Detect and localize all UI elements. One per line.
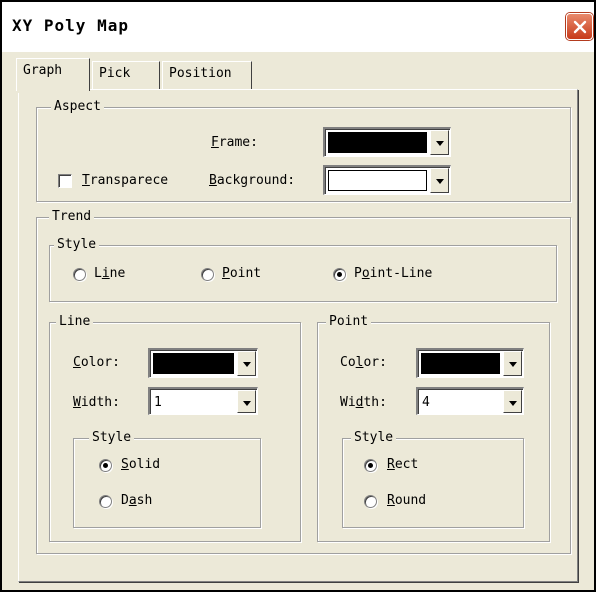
- point-round-label: Round: [387, 493, 427, 508]
- aspect-group-label: Aspect: [51, 99, 104, 115]
- dropdown-arrow-icon[interactable]: [503, 390, 522, 413]
- dialog-window: XY Poly Map Graph Pick Position Aspect F…: [0, 0, 596, 592]
- point-rect-label: Rect: [387, 457, 419, 472]
- line-group: Line Color: Width: 1 Style Solid Dash: [49, 314, 301, 542]
- aspect-group: Aspect Frame: Transparece Background:: [36, 99, 571, 202]
- line-dash-label: Dash: [121, 493, 153, 508]
- frame-label: Frame:: [211, 135, 258, 150]
- point-group-label: Point: [326, 314, 372, 330]
- tab-label: Pick: [99, 66, 131, 81]
- frame-color-swatch: [328, 132, 427, 153]
- style-point-radio[interactable]: [201, 268, 214, 281]
- style-point-line-label: Point-Line: [354, 266, 433, 281]
- dialog-body: Graph Pick Position Aspect Frame: Transp…: [2, 52, 594, 590]
- tab-label: Position: [169, 66, 232, 81]
- transparence-checkbox[interactable]: [58, 174, 72, 188]
- line-color-swatch: [153, 353, 234, 374]
- dropdown-arrow-icon[interactable]: [503, 351, 522, 376]
- tab-pick[interactable]: Pick: [92, 61, 160, 89]
- point-color-dropdown[interactable]: [416, 348, 524, 378]
- line-color-dropdown[interactable]: [148, 348, 258, 378]
- dropdown-arrow-icon[interactable]: [430, 130, 449, 155]
- trend-style-label: Style: [54, 237, 100, 253]
- line-style-label: Style: [89, 430, 135, 446]
- trend-style-group: Style Line Point Point-Line: [49, 237, 557, 302]
- trend-group-label: Trend: [49, 209, 95, 225]
- tab-panel-graph: Aspect Frame: Transparece Background: Tr…: [18, 89, 578, 582]
- title-bar[interactable]: XY Poly Map: [2, 2, 594, 52]
- transparence-label: Transparece: [82, 173, 169, 188]
- line-group-label: Line: [56, 314, 94, 330]
- background-color-swatch: [328, 170, 427, 191]
- style-line-label: Line: [94, 266, 126, 281]
- background-label: Background:: [209, 173, 296, 188]
- point-color-swatch: [421, 353, 500, 374]
- line-dash-radio[interactable]: [99, 495, 112, 508]
- dropdown-arrow-icon[interactable]: [430, 168, 449, 193]
- style-point-line-radio[interactable]: [333, 268, 346, 281]
- line-solid-radio[interactable]: [99, 459, 112, 472]
- tab-position[interactable]: Position: [162, 61, 252, 89]
- point-round-radio[interactable]: [364, 495, 377, 508]
- dropdown-arrow-icon[interactable]: [237, 351, 256, 376]
- point-rect-radio[interactable]: [364, 459, 377, 472]
- trend-group: Trend Style Line Point Point-Line Line C…: [36, 209, 571, 554]
- line-width-dropdown[interactable]: 1: [148, 387, 258, 415]
- close-button[interactable]: [566, 13, 593, 40]
- point-width-value: 4: [422, 395, 430, 410]
- style-point-label: Point: [222, 266, 262, 281]
- line-width-label: Width:: [73, 395, 120, 410]
- close-icon: [573, 20, 587, 34]
- window-title: XY Poly Map: [12, 16, 129, 35]
- point-style-label: Style: [351, 430, 397, 446]
- point-color-label: Color:: [340, 355, 387, 370]
- point-width-label: Width:: [340, 395, 387, 410]
- tab-label: Graph: [23, 63, 63, 78]
- point-width-dropdown[interactable]: 4: [416, 387, 524, 415]
- point-group: Point Color: Width: 4 Style Rect Round: [317, 314, 550, 542]
- point-style-group: Style Rect Round: [342, 430, 524, 528]
- line-style-group: Style Solid Dash: [73, 430, 261, 528]
- line-width-value: 1: [154, 395, 162, 410]
- line-color-label: Color:: [73, 355, 120, 370]
- dropdown-arrow-icon[interactable]: [237, 390, 256, 413]
- frame-color-dropdown[interactable]: [323, 127, 451, 157]
- style-line-radio[interactable]: [73, 268, 86, 281]
- background-color-dropdown[interactable]: [323, 165, 451, 195]
- tab-graph[interactable]: Graph: [16, 58, 90, 93]
- line-solid-label: Solid: [121, 457, 161, 472]
